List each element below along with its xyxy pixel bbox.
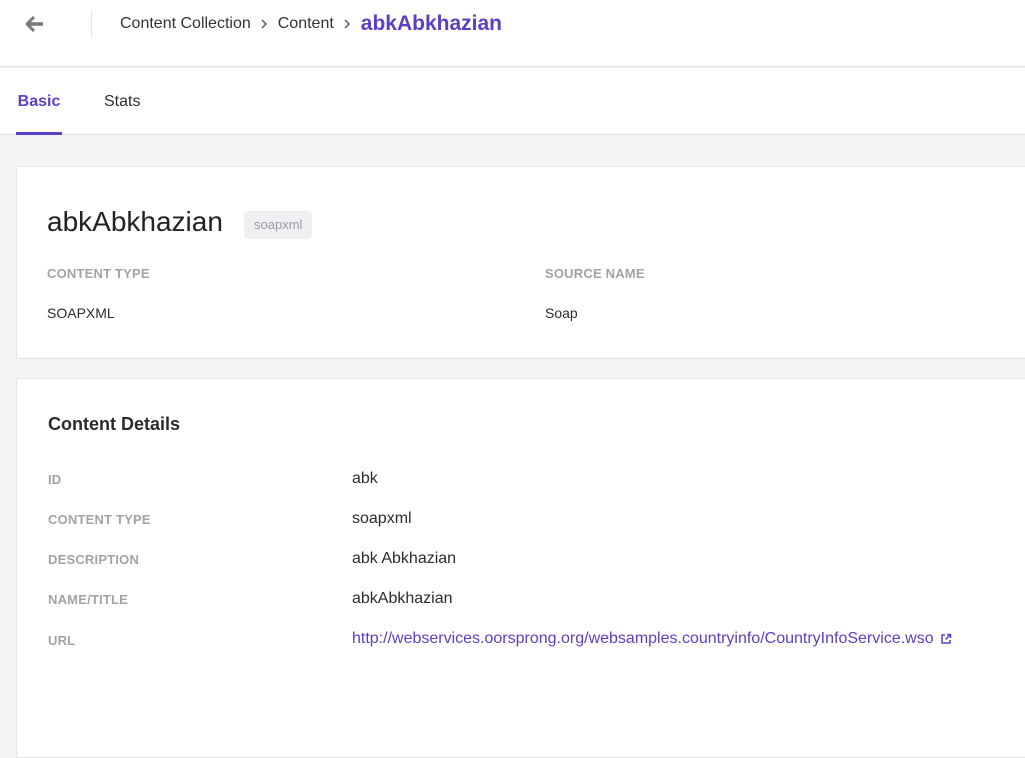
source-name-label: SOURCE NAME bbox=[545, 266, 645, 281]
content-title: abkAbkhazian bbox=[47, 206, 223, 237]
tab-stats[interactable]: Stats bbox=[104, 68, 140, 135]
header-divider bbox=[91, 10, 92, 38]
detail-label-name-title: NAME/TITLE bbox=[48, 592, 128, 607]
detail-label-url: URL bbox=[48, 633, 76, 648]
detail-value-content-type: soapxml bbox=[352, 510, 412, 527]
detail-label-id: ID bbox=[48, 472, 62, 487]
chevron-right-icon bbox=[260, 18, 268, 30]
chevron-right-icon bbox=[343, 18, 351, 30]
url-link[interactable]: http://webservices.oorsprong.org/websamp… bbox=[352, 630, 952, 648]
breadcrumb: Content Collection Content abkAbkhazian bbox=[120, 10, 502, 38]
content-details-heading: Content Details bbox=[48, 414, 181, 434]
tab-basic[interactable]: Basic bbox=[16, 68, 62, 135]
content-details-card: Content Details ID abk CONTENT TYPE soap… bbox=[16, 378, 1025, 758]
detail-label-content-type: CONTENT TYPE bbox=[48, 512, 151, 527]
external-link-icon bbox=[940, 633, 952, 645]
breadcrumb-content[interactable]: Content bbox=[278, 15, 334, 33]
detail-value-description: abk Abkhazian bbox=[352, 550, 457, 567]
url-text: http://webservices.oorsprong.org/websamp… bbox=[352, 630, 934, 647]
breadcrumb-content-collection[interactable]: Content Collection bbox=[120, 15, 251, 33]
breadcrumb-current: abkAbkhazian bbox=[360, 12, 503, 35]
content-type-value: SOAPXML bbox=[47, 305, 115, 321]
content-type-label: CONTENT TYPE bbox=[47, 266, 150, 281]
content-type-badge: soapxml bbox=[244, 211, 313, 239]
detail-value-id: abk bbox=[352, 470, 378, 487]
arrow-left-icon bbox=[26, 16, 43, 32]
source-name-value: Soap bbox=[545, 305, 578, 321]
back-button[interactable] bbox=[22, 12, 48, 36]
detail-label-description: DESCRIPTION bbox=[48, 552, 140, 567]
tab-bar: Basic Stats bbox=[0, 68, 1025, 135]
summary-card: abkAbkhazian soapxml CONTENT TYPE SOAPXM… bbox=[16, 166, 1025, 359]
detail-value-url: http://webservices.oorsprong.org/websamp… bbox=[352, 630, 952, 648]
detail-value-name-title: abkAbkhazian bbox=[352, 590, 453, 607]
page-header: Content Collection Content abkAbkhazian bbox=[0, 0, 1025, 67]
